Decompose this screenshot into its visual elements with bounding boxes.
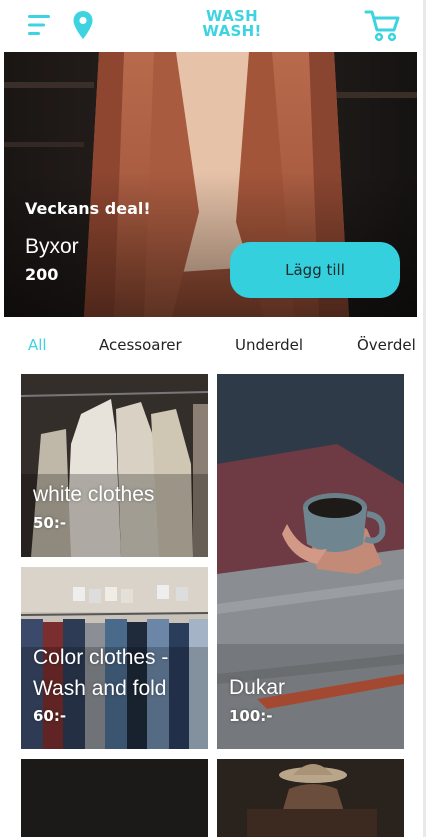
tab-acessoarer[interactable]: Acessoarer [99, 336, 182, 354]
product-title: Color clothes - Wash and fold [33, 642, 168, 704]
location-pin-icon[interactable] [72, 10, 94, 40]
product-price: 50:- [33, 514, 67, 532]
product-title: Dukar [229, 676, 286, 699]
tab-overdel[interactable]: Överdel [357, 336, 416, 354]
hamburger-menu-icon[interactable] [28, 14, 52, 36]
add-to-cart-button[interactable]: Lägg till [230, 242, 400, 298]
product-photo [21, 759, 208, 837]
deal-product-name: Byxor [25, 235, 79, 258]
brand-line-2: WASH! [202, 22, 262, 40]
tab-underdel[interactable]: Underdel [235, 336, 303, 354]
shopping-cart-icon[interactable] [364, 8, 402, 42]
product-title: white clothes [33, 483, 155, 506]
product-card-dukar[interactable]: Dukar 100:- [217, 374, 404, 749]
product-card-white-clothes[interactable]: white clothes 50:- [21, 374, 208, 557]
top-bar: WASH WASH! [0, 0, 426, 50]
product-title-line-1: Color clothes - [33, 646, 169, 669]
deal-price: 200 [25, 265, 59, 284]
product-price: 60:- [33, 707, 67, 725]
product-price: 100:- [229, 707, 273, 725]
product-card-partial-left[interactable] [21, 759, 208, 837]
tab-all[interactable]: All [28, 336, 47, 354]
product-card-partial-right[interactable] [217, 759, 404, 837]
product-title-line-2: Wash and fold [33, 677, 167, 700]
product-card-color-clothes[interactable]: Color clothes - Wash and fold 60:- [21, 567, 208, 749]
weekly-deal-banner[interactable]: Veckans deal! Byxor 200 Lägg till [4, 52, 417, 317]
product-photo [217, 759, 404, 837]
brand-logo[interactable]: WASH WASH! [196, 9, 268, 39]
category-tabs: All Acessoarer Underdel Överdel [0, 332, 426, 360]
deal-tag: Veckans deal! [25, 199, 151, 218]
